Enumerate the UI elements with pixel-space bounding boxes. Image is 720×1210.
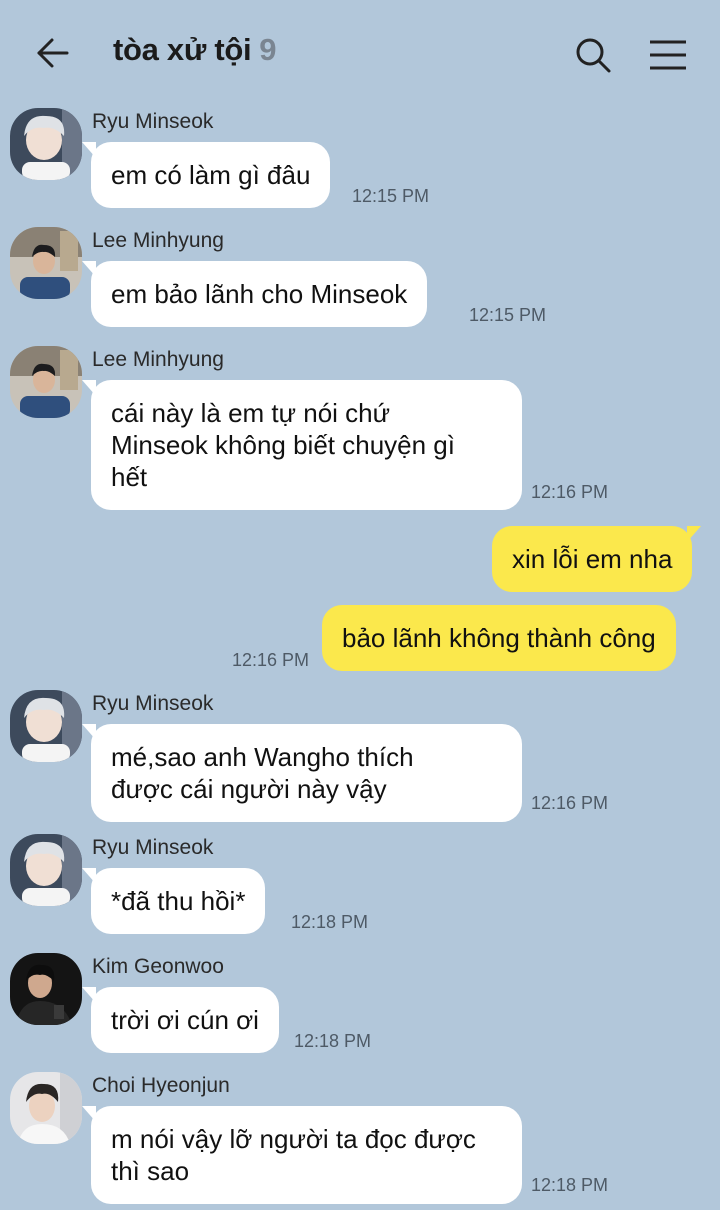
outgoing-message-bubble[interactable]: xin lỗi em nha [492,526,702,592]
outgoing-message-bubble[interactable]: bảo lãnh không thành công [322,605,676,671]
member-count: 9 [259,32,277,67]
sender-name: Ryu Minseok [92,110,214,133]
incoming-message-bubble[interactable]: mé,sao anh Wangho thích được cái người n… [82,724,522,822]
avatar-ryu-minseok[interactable] [10,834,82,906]
arrow-left-icon [37,38,69,68]
message-text-line: m nói vậy lỡ người ta đọc được [111,1124,476,1154]
message-text-line: cái này là em tự nói chứ [111,398,391,428]
message-time: 12:18 PM [531,1175,609,1195]
message-text: em có làm gì đâu [111,160,311,190]
sender-name: Ryu Minseok [92,836,214,859]
message-text-line: được cái người này vậy [111,774,387,804]
message-text: trời ơi cún ơi [111,1005,259,1035]
message-time: 12:18 PM [291,912,369,932]
message-text-line: Minseok không biết chuyện gì [111,430,455,460]
hamburger-menu-icon [650,40,686,70]
sender-name: Choi Hyeonjun [92,1074,230,1097]
sender-name: Ryu Minseok [92,692,214,715]
back-button[interactable] [30,30,76,76]
incoming-message-bubble[interactable]: trời ơi cún ơi [82,987,279,1053]
message-text: bảo lãnh không thành công [342,623,656,653]
sender-name: Lee Minhyung [92,229,224,252]
message-text-line: hết [111,462,148,492]
incoming-message-bubble[interactable]: m nói vậy lỡ người ta đọc được thì sao [82,1106,522,1204]
message-time: 12:16 PM [232,650,310,670]
incoming-message-bubble[interactable]: em có làm gì đâu [81,142,331,208]
message-text: em bảo lãnh cho Minseok [111,279,408,309]
chat-title[interactable]: tòa xử tội 9 [113,32,277,68]
message-text: *đã thu hồi* [111,886,246,916]
message-text-line: thì sao [111,1156,190,1186]
sender-name: Lee Minhyung [92,348,224,371]
avatar-choi-hyeonjun[interactable] [10,1072,82,1144]
avatar-lee-minhyung[interactable] [10,346,82,418]
search-button[interactable] [570,32,616,78]
menu-button[interactable] [644,32,692,78]
incoming-message-bubble[interactable]: cái này là em tự nói chứ Minseok không b… [82,380,522,510]
chat-room-name: tòa xử tội [113,32,252,67]
message-time: 12:15 PM [352,186,430,206]
avatar-lee-minhyung[interactable] [10,227,82,299]
avatar-kim-geonwoo[interactable] [10,953,82,1025]
message-text-line: mé,sao anh Wangho thích [111,742,414,772]
incoming-message-bubble[interactable]: *đã thu hồi* [81,868,266,934]
search-icon [576,38,611,73]
message-time: 12:16 PM [531,793,609,813]
sender-name: Kim Geonwoo [92,955,224,978]
incoming-message-bubble[interactable]: em bảo lãnh cho Minseok [81,261,428,327]
message-time: 12:15 PM [469,305,547,325]
chat-header: tòa xử tội 9 [0,0,720,100]
avatar-ryu-minseok[interactable] [10,690,82,762]
message-time: 12:18 PM [294,1031,372,1051]
message-time: 12:16 PM [531,482,609,502]
avatar-ryu-minseok[interactable] [10,108,82,180]
message-text: xin lỗi em nha [512,544,673,574]
